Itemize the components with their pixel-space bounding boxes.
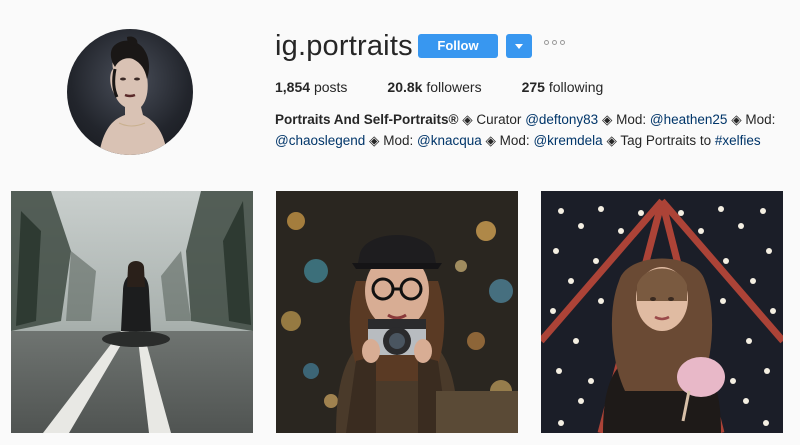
more-options-icon[interactable] [544,40,565,45]
profile-stats: 1,854 posts 20.8k followers 275 followin… [275,79,643,95]
mod-mention-link[interactable]: @heathen25 [650,112,728,127]
separator: ◈ [462,112,473,127]
mod-label: Mod: [616,112,647,127]
post-thumbnail[interactable] [11,191,253,433]
separator: ◈ [369,133,380,148]
following-count: 275 [521,79,545,95]
mod-label: Mod: [745,112,776,127]
posts-stat: 1,854 posts [275,79,347,95]
post-thumbnail[interactable] [541,191,783,433]
bio-title: Portraits And Self-Portraits® [275,112,459,127]
curator-mention-link[interactable]: @deftony83 [525,112,598,127]
mod-mention-link[interactable]: @kremdela [533,133,602,148]
dot-icon [552,40,557,45]
posts-count: 1,854 [275,79,311,95]
separator: ◈ [485,133,496,148]
followers-count: 20.8k [387,79,423,95]
following-stat[interactable]: 275 following [522,79,604,95]
hashtag-link[interactable]: #xelfies [715,133,761,148]
mod-label: Mod: [499,133,530,148]
following-label: following [548,79,604,95]
profile-username: ig.portraits [275,30,413,62]
mod-mention-link[interactable]: @chaoslegend [275,133,365,148]
dot-icon [544,40,549,45]
curator-label: Curator [476,112,522,127]
chevron-down-icon [515,43,523,49]
followers-label: followers [426,79,482,95]
mod-label: Mod: [383,133,414,148]
separator: ◈ [731,112,742,127]
followers-stat[interactable]: 20.8k followers [387,79,481,95]
profile-bio: Portraits And Self-Portraits® ◈ Curator … [275,109,795,151]
dot-icon [560,40,565,45]
separator: ◈ [601,112,613,127]
tag-text: Tag Portraits to [620,133,712,148]
mod-mention-link[interactable]: @knacqua [417,133,482,148]
posts-grid [11,191,783,433]
posts-label: posts [313,79,348,95]
follow-button[interactable]: Follow [418,34,498,58]
suggestions-dropdown-button[interactable] [506,34,532,58]
separator: ◈ [606,133,617,148]
post-thumbnail[interactable] [276,191,518,433]
profile-avatar[interactable] [67,29,193,155]
